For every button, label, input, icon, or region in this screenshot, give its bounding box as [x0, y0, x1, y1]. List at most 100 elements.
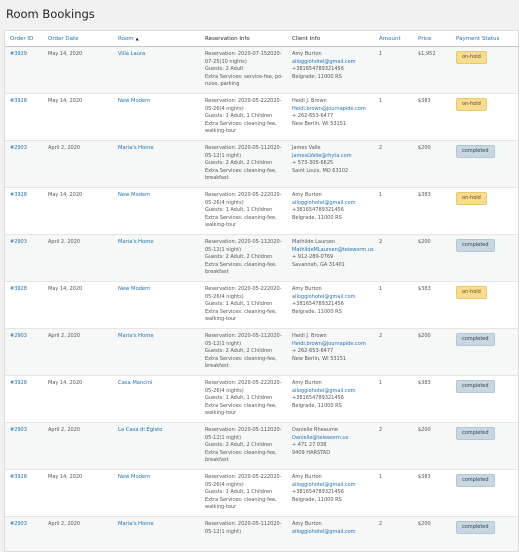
column-header-room[interactable]: Room▲ [113, 31, 200, 47]
reservation-info-cell: Reservation: 2020-05-222020-05-26(4 nigh… [200, 282, 287, 329]
status-badge: on-hold [456, 51, 487, 64]
client-info-cell: Heidi J. BrownHeidi.brown@journapide.com… [287, 329, 374, 376]
amount-value: 1 [379, 192, 382, 198]
column-header-order-id[interactable]: Order ID [5, 31, 43, 47]
column-header-amount[interactable]: Amount [374, 31, 413, 47]
order-id-link[interactable]: #2903 [10, 333, 27, 339]
order-id-link[interactable]: #3928 [10, 192, 27, 198]
client-info-line: Mathilde Laursen [292, 239, 374, 247]
reservation-info-cell: Reservation: 2020-05-112020-05-12(1 nigh… [200, 141, 287, 188]
reservation-line: 05-12(1 night) [205, 529, 287, 537]
client-email-link[interactable]: alloggiohotel@gmail.com [292, 200, 374, 208]
client-info-line: + 573-305-6625 [292, 160, 374, 168]
amount-value: 2 [379, 333, 382, 339]
client-email-link[interactable]: alloggiohotel@gmail.com [292, 59, 374, 67]
order-id-link[interactable]: #3928 [10, 474, 27, 480]
client-email-link[interactable]: alloggiohotel@gmail.com [292, 529, 374, 537]
order-date-cell: April 2, 2020 [43, 329, 113, 376]
order-id-link[interactable]: #3928 [10, 286, 27, 292]
order-id-link[interactable]: #2903 [10, 521, 27, 527]
client-info-line: New Berlin, WI 53151 [292, 121, 374, 129]
reservation-line: Extra Services: cleaning-fee, [205, 121, 287, 129]
client-info-cell: Amy Burtonalloggiohotel@gmail.com [287, 517, 374, 552]
amount-cell: 1 [374, 376, 413, 423]
status-badge: completed [456, 474, 495, 487]
amount-cell: 1 [374, 188, 413, 235]
client-email-link[interactable]: Danielle@teleworm.us [292, 435, 374, 443]
room-link[interactable]: New Modern [118, 474, 150, 480]
price-cell: $383 [413, 282, 451, 329]
order-date: April 2, 2020 [48, 521, 80, 527]
column-label: Amount [379, 36, 401, 42]
room-link[interactable]: Maria's Home [118, 239, 154, 245]
room-link[interactable]: La Casa di Egisto [118, 427, 162, 433]
room-link[interactable]: Maria's Home [118, 333, 154, 339]
order-id-link[interactable]: #3929 [10, 51, 27, 57]
order-id-cell: #3928 [5, 188, 43, 235]
order-id-link[interactable]: #2903 [10, 239, 27, 245]
order-id-link[interactable]: #2903 [10, 145, 27, 151]
reservation-line: Extra Services: cleaning-fee, [205, 309, 287, 317]
order-id-link[interactable]: #3928 [10, 380, 27, 386]
client-info-cell: Amy Burtonalloggiohotel@gmail.com+381654… [287, 376, 374, 423]
amount-cell: 1 [374, 470, 413, 517]
client-email-link[interactable]: alloggiohotel@gmail.com [292, 388, 374, 396]
reservation-line: Guests: 2 Adult, 2 Children [205, 254, 287, 262]
client-info-line: +381654789321456 [292, 395, 374, 403]
amount-value: 2 [379, 521, 382, 527]
column-header-payment-status[interactable]: Payment Status [451, 31, 518, 47]
column-header-order-date[interactable]: Order Date [43, 31, 113, 47]
price-value: $383 [418, 474, 431, 480]
payment-status-cell: completed [451, 235, 518, 282]
column-label: Payment Status [456, 36, 499, 42]
reservation-line: walking-tour [205, 128, 287, 136]
order-date: May 14, 2020 [48, 286, 82, 292]
client-email-link[interactable]: alloggiohotel@gmail.com [292, 482, 374, 490]
client-email-link[interactable]: Heidi.brown@journapide.com [292, 106, 374, 114]
room-link[interactable]: Villa Laura [118, 51, 145, 57]
room-link[interactable]: Casa Mancini [118, 380, 152, 386]
column-label: Price [418, 36, 431, 42]
order-id-cell: #2903 [5, 329, 43, 376]
client-info-line: Amy Burton [292, 51, 374, 59]
bookings-table: Order ID Order Date Room▲ Reservation In… [5, 31, 518, 552]
reservation-info-cell: Reservation: 2020-05-112020-05-12(1 nigh… [200, 517, 287, 552]
reservation-info-cell: Reservation: 2020-05-112020-05-12(1 nigh… [200, 329, 287, 376]
client-info-line: Belgrade, 11000 RS [292, 309, 374, 317]
order-date: May 14, 2020 [48, 51, 82, 57]
amount-cell: 2 [374, 423, 413, 470]
reservation-line: walking-tour [205, 410, 287, 418]
client-info-cell: Amy Burtonalloggiohotel@gmail.com+381654… [287, 188, 374, 235]
reservation-line: Guests: 1 Adult, 1 Children [205, 395, 287, 403]
reservation-info-cell: Reservation: 2020-05-112020-05-12(1 nigh… [200, 235, 287, 282]
client-email-link[interactable]: Heidi.brown@journapide.com [292, 341, 374, 349]
client-email-link[interactable]: MathildeMLaursen@teleworm.us [292, 247, 374, 255]
payment-status-cell: completed [451, 376, 518, 423]
price-value: $200 [418, 333, 431, 339]
reservation-line: 05-12(1 night) [205, 247, 287, 255]
status-badge: completed [456, 239, 495, 252]
amount-value: 1 [379, 474, 382, 480]
reservation-line: Extra Services: cleaning-fee, [205, 262, 287, 270]
order-id-link[interactable]: #2903 [10, 427, 27, 433]
reservation-line: Guests: 1 Adult, 1 Children [205, 113, 287, 121]
client-email-link[interactable]: alloggiohotel@gmail.com [292, 294, 374, 302]
order-id-link[interactable]: #3928 [10, 98, 27, 104]
payment-status-cell: on-hold [451, 47, 518, 94]
amount-value: 2 [379, 427, 382, 433]
room-link[interactable]: New Modern [118, 286, 150, 292]
column-label: Order ID [10, 36, 33, 42]
room-link[interactable]: Maria's Home [118, 145, 154, 151]
reservation-line: Extra Services: cleaning-fee, [205, 215, 287, 223]
client-email-link[interactable]: JamesLValle@rhyta.com [292, 153, 374, 161]
reservation-line: Guests: 1 Adult, 1 Children [205, 301, 287, 309]
table-row: #2903April 2, 2020Maria's HomeReservatio… [5, 141, 518, 188]
room-link[interactable]: New Modern [118, 98, 150, 104]
column-header-price[interactable]: Price [413, 31, 451, 47]
client-info-line: Saint Louis, MO 63102 [292, 168, 374, 176]
room-link[interactable]: Maria's Home [118, 521, 154, 527]
reservation-line: Guests: 1 Adult, 1 Children [205, 489, 287, 497]
room-link[interactable]: New Modern [118, 192, 150, 198]
room-cell: New Modern [113, 94, 200, 141]
reservation-line: Reservation: 2020-05-222020- [205, 286, 287, 294]
